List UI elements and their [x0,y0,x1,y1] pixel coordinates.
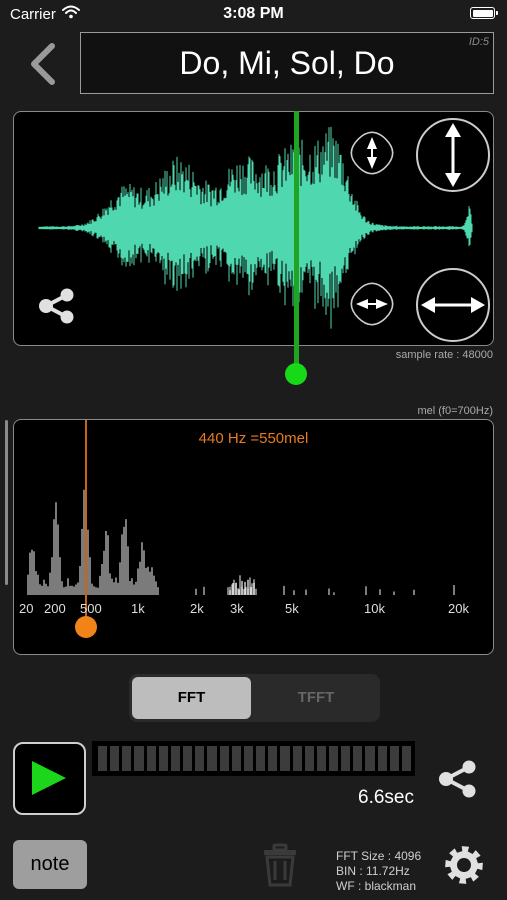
spectrum-scale-label: mel (f0=700Hz) [417,405,493,417]
timeline-segment [195,746,205,771]
timeline-segment [389,746,399,771]
fft-size-label: FFT Size : 4096 [336,849,422,863]
status-time: 3:08 PM [223,5,284,22]
recording-id: ID:5 [468,36,489,48]
playback-timeline[interactable] [92,741,415,776]
freq-tick-label: 2k [190,601,204,616]
timeline-segment [365,746,375,771]
timeline-segment [304,746,314,771]
tab-tfft[interactable]: TFFT [255,677,377,719]
timeline-segment [292,746,302,771]
timeline-segment [219,746,229,771]
freq-tick-label: 3k [230,601,244,616]
waveform-panel[interactable] [13,111,494,346]
play-button[interactable] [13,742,86,815]
timeline-segment [280,746,290,771]
gear-icon[interactable] [444,845,484,885]
timeline-segment [146,746,156,771]
page-title: Do, Mi, Sol, Do [179,45,395,81]
battery-icon [470,7,498,19]
timeline-segment [207,746,217,771]
timeline-segment [110,746,120,771]
freq-tick-label: 1k [131,601,145,616]
spectrum-panel[interactable]: 440 Hz =550mel 20 200 500 1k 2k 3k 5k 10… [13,419,494,655]
timeline-segment [243,746,254,771]
back-button[interactable] [24,40,64,88]
timeline-segment [231,746,241,771]
timeline-segment [256,746,266,771]
trash-icon[interactable] [262,843,298,887]
frequency-marker-line [85,420,87,625]
freq-tick-label: 500 [80,601,102,616]
freq-tick-label: 20k [448,601,469,616]
duration-label: 6.6sec [358,787,414,808]
timeline-segment [268,746,278,771]
freq-tick-label: 10k [364,601,385,616]
vertical-zoom-in-icon[interactable] [345,126,399,180]
title-box: Do, Mi, Sol, Do ID:5 [80,32,494,94]
timeline-segment [353,746,363,771]
horizontal-zoom-out-icon[interactable] [415,267,491,343]
vertical-scrollbar[interactable] [5,420,8,585]
sample-rate-label: sample rate : 48000 [395,349,493,361]
share-waveform-icon[interactable] [36,288,78,324]
playhead-line [294,111,299,371]
status-bar: Carrier 3:08 PM [0,0,507,28]
freq-tick-label: 200 [44,601,66,616]
fft-mode-toggle: FFT TFFT [129,674,380,722]
frequency-marker-handle[interactable] [75,616,97,638]
share-icon[interactable] [436,760,480,798]
timeline-segment [98,746,108,771]
freq-tick-label: 20 [19,601,34,616]
timeline-segment [170,746,181,771]
timeline-segment [328,746,339,771]
note-button[interactable]: note [13,840,87,889]
tab-fft[interactable]: FFT [132,677,251,719]
freq-tick-label: 5k [285,601,299,616]
playhead-handle[interactable] [285,363,307,385]
timeline-segment [316,746,326,771]
window-function-label: WF : blackman [336,879,417,893]
horizontal-zoom-in-icon[interactable] [345,277,399,331]
vertical-zoom-out-icon[interactable] [415,117,491,193]
timeline-segment [341,746,351,771]
timeline-segment [183,746,193,771]
timeline-segment [401,746,412,771]
bin-label: BIN : 11.72Hz [336,864,410,878]
timeline-segment [377,746,387,771]
timeline-segment [158,746,168,771]
timeline-segment [122,746,132,771]
fft-info: FFT Size : 4096 BIN : 11.72Hz WF : black… [336,849,421,894]
play-icon [32,761,66,795]
timeline-segment [134,746,144,771]
